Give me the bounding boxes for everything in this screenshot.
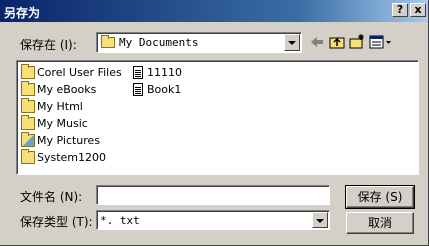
filename-label: 文件名 (N): <box>20 190 83 204</box>
file-name: My Pictures <box>37 134 101 147</box>
back-arrow-icon <box>311 37 323 47</box>
folder-icon <box>21 115 35 130</box>
new-folder-icon <box>349 34 364 49</box>
file-name: 11110 <box>147 66 182 79</box>
folder-pictures-icon <box>21 132 35 147</box>
list-item[interactable]: My eBooks <box>21 81 131 98</box>
filetype-value: *. txt <box>100 214 140 227</box>
filename-input[interactable] <box>96 185 330 205</box>
close-button[interactable]: x <box>410 3 426 17</box>
filetype-label: 保存类型 (T): <box>20 215 93 229</box>
back-button[interactable] <box>308 33 326 51</box>
save-in-value: My Documents <box>119 36 199 49</box>
list-item[interactable]: Corel User Files <box>21 64 131 81</box>
file-list[interactable]: Corel User Files My eBooks My Html My Mu… <box>16 60 419 175</box>
save-in-label: 保存在 (I): <box>20 38 77 52</box>
list-item[interactable]: System1200 <box>21 149 131 166</box>
file-name: My Html <box>37 100 83 113</box>
list-item[interactable]: My Pictures <box>21 132 131 149</box>
list-item[interactable]: Book1 <box>131 82 211 98</box>
file-name: My Music <box>37 117 88 130</box>
save-as-dialog: 另存为 ? x 保存在 (I): My Documents Corel User… <box>0 0 429 246</box>
file-name: My eBooks <box>37 83 97 96</box>
folder-icon <box>21 64 35 79</box>
cancel-button[interactable]: 取消 <box>346 212 414 234</box>
save-button[interactable]: 保存 (S) <box>345 185 415 209</box>
file-name: Corel User Files <box>37 66 122 79</box>
list-item[interactable]: My Html <box>21 98 131 115</box>
new-folder-button[interactable] <box>348 33 366 51</box>
view-menu-button[interactable] <box>368 33 394 51</box>
save-in-combobox[interactable]: My Documents <box>96 32 302 53</box>
file-name: System1200 <box>37 151 107 164</box>
folder-icon <box>21 149 35 164</box>
view-menu-icon <box>369 35 391 49</box>
title-bar[interactable]: 另存为 ? x <box>0 0 428 22</box>
filetype-dropdown-button[interactable] <box>312 212 328 228</box>
window-title: 另存为 <box>4 6 41 20</box>
text-document-icon <box>133 66 143 79</box>
list-item[interactable]: 11110 <box>131 65 211 81</box>
up-folder-icon <box>329 37 345 49</box>
folder-icon <box>21 81 35 96</box>
up-one-level-button[interactable] <box>328 33 346 51</box>
list-item[interactable]: My Music <box>21 115 131 132</box>
folder-icon <box>101 35 115 48</box>
folder-icon <box>21 98 35 113</box>
file-name: Book1 <box>147 83 182 96</box>
help-button[interactable]: ? <box>392 3 408 17</box>
save-in-dropdown-button[interactable] <box>284 34 300 51</box>
text-document-icon <box>133 83 143 96</box>
filetype-combobox[interactable]: *. txt <box>96 210 330 230</box>
